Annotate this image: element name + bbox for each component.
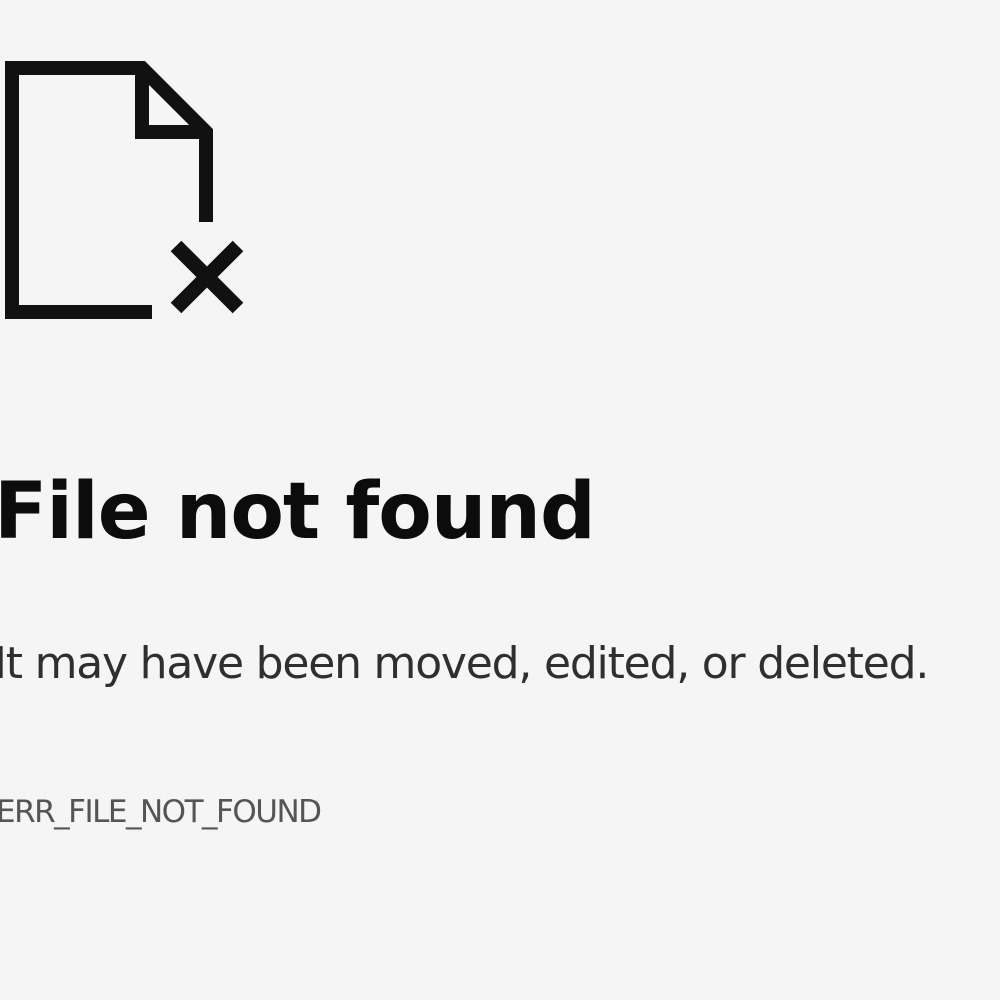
error-page: File not found It may have been moved, e… bbox=[0, 0, 1000, 1000]
file-not-found-icon bbox=[0, 56, 252, 326]
error-code: ERR_FILE_NOT_FOUND bbox=[0, 794, 322, 830]
page-title: File not found bbox=[0, 467, 596, 557]
error-message: It may have been moved, edited, or delet… bbox=[0, 638, 929, 689]
